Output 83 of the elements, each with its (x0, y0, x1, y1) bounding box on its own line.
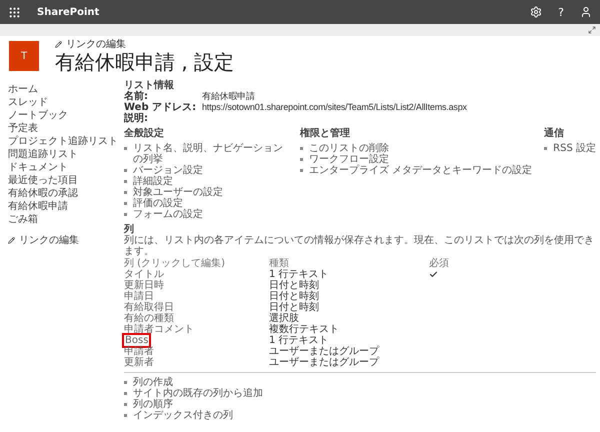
settings-link[interactable]: 評価の設定 (133, 198, 183, 209)
column-name-link[interactable]: 有給の種類 (124, 313, 174, 324)
settings-link[interactable]: フォームの設定 (133, 209, 203, 220)
column-type: ユーザーまたはグループ (269, 346, 380, 357)
column-type: 選択肢 (269, 313, 300, 324)
column-name-link[interactable]: 申請者 (124, 346, 154, 357)
bullet-icon (124, 147, 127, 150)
focus-icon[interactable] (588, 26, 596, 34)
app-name[interactable]: SharePoint (37, 6, 100, 18)
bullet-icon (124, 213, 127, 216)
bullet-icon (124, 180, 127, 183)
column-name-link[interactable]: 申請者コメント (124, 324, 194, 335)
column-name-link[interactable]: 有給取得日 (124, 302, 174, 313)
user-icon[interactable] (580, 6, 592, 18)
bullet-icon (124, 169, 127, 172)
column-type: 日付と時刻 (269, 280, 320, 291)
column-action-link[interactable]: 列の作成 (133, 377, 173, 388)
bullet-icon (544, 147, 548, 150)
column-type: 日付と時刻 (269, 302, 320, 313)
group-heading: 権限と管理 (300, 128, 351, 139)
column-action-link[interactable]: インデックス付きの列 (133, 410, 233, 421)
settings-link[interactable]: ワークフロー設定 (308, 154, 389, 165)
edit-links-link[interactable]: リンクの編集 (66, 38, 126, 50)
field-label: 名前: (124, 91, 149, 102)
bullet-icon (300, 169, 303, 172)
edit-links-link[interactable]: リンクの編集 (19, 235, 79, 246)
column-header: 列 (クリックして編集) (124, 258, 226, 269)
nav-item[interactable]: スレッド (8, 97, 48, 109)
page-title: 有給休暇申請 , 設定 (55, 50, 234, 74)
settings-link[interactable]: 詳細設定 (133, 176, 173, 187)
bullet-icon (300, 158, 303, 161)
group-heading: 全般設定 (124, 128, 165, 139)
column-name-link[interactable]: 更新日時 (124, 280, 164, 291)
settings-link[interactable]: エンタープライズ メタデータとキーワードの設定 (308, 165, 532, 176)
column-type: 複数行テキスト (269, 324, 340, 335)
pencil-icon (8, 237, 15, 244)
nav-item[interactable]: 有給休暇申請 (8, 201, 68, 213)
settings-link[interactable]: RSS 設定 (553, 143, 596, 154)
column-type: 1 行テキスト (269, 269, 330, 280)
bullet-icon (124, 191, 127, 194)
nav-item[interactable]: 予定表 (8, 123, 38, 135)
group-heading: 通信 (544, 128, 566, 139)
pencil-icon (55, 40, 62, 48)
column-type: 1 行テキスト (269, 335, 330, 346)
field-value: 有給休暇申請 (202, 91, 255, 102)
columns-description: 列には、リスト内の各アイテムについての情報が保存されます。現在、このリストでは次の列を使用できます。 (124, 235, 595, 257)
nav-item[interactable]: ドキュメント (8, 162, 68, 174)
column-header: 種類 (269, 258, 290, 269)
field-value: https://sotown01.sharepoint.com/sites/Team5/Lists/List2/AllItems.aspx (202, 102, 467, 113)
field-label: 説明: (124, 113, 149, 124)
nav-item[interactable]: ホーム (8, 84, 38, 96)
bullet-icon (300, 147, 303, 150)
nav-item[interactable]: 問題追跡リスト (8, 149, 78, 161)
column-action-link[interactable]: サイト内の既存の列から追加 (133, 388, 263, 399)
column-name-link[interactable]: 申請日 (124, 291, 154, 302)
nav-item[interactable]: プロジェクト追跡リスト (8, 136, 118, 148)
column-type: 日付と時刻 (269, 291, 320, 302)
column-header: 必須 (429, 258, 450, 269)
bullet-icon (124, 414, 127, 417)
settings-icon[interactable] (530, 6, 542, 18)
column-name-link[interactable]: Boss (124, 335, 150, 346)
nav-item[interactable]: ごみ箱 (8, 214, 38, 226)
section-heading: リスト情報 (124, 80, 175, 91)
column-action-link[interactable]: 列の順序 (133, 399, 173, 410)
nav-item[interactable]: 最近使った項目 (8, 175, 78, 187)
help-button[interactable]: ? (558, 6, 564, 18)
bullet-icon (124, 403, 127, 406)
nav-item[interactable]: ノートブック (8, 110, 68, 122)
app-launcher-icon[interactable] (8, 6, 21, 18)
bullet-icon (124, 202, 127, 205)
nav-item[interactable]: 有給休暇の承認 (8, 188, 78, 200)
field-label: Web アドレス: (124, 102, 198, 113)
settings-link[interactable]: このリストの削除 (308, 143, 389, 154)
bullet-icon (124, 392, 127, 395)
section-heading: 列 (124, 224, 135, 235)
settings-link[interactable]: 対象ユーザーの設定 (133, 187, 223, 198)
site-logo[interactable]: T (9, 41, 39, 71)
bullet-icon (124, 381, 127, 384)
column-type: ユーザーまたはグループ (269, 357, 380, 368)
settings-link[interactable]: リスト名、説明、ナビゲーションの列挙 (133, 143, 288, 165)
settings-link[interactable]: バージョン設定 (133, 165, 203, 176)
column-name-link[interactable]: 更新者 (124, 357, 154, 368)
column-name-link[interactable]: タイトル (124, 269, 164, 280)
